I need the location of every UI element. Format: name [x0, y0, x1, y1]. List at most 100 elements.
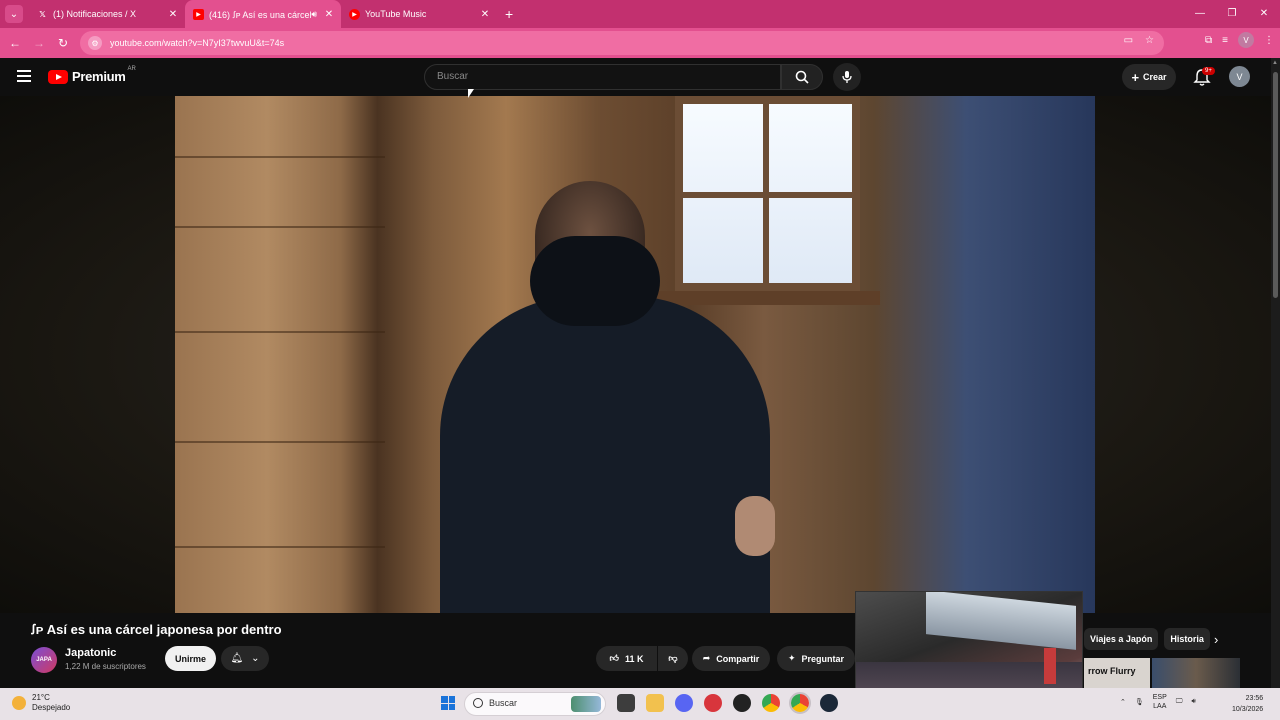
recommended-video-thumbnail[interactable] — [1152, 658, 1240, 688]
network-icon[interactable]: 🖵︎ — [1176, 698, 1183, 706]
weather-description: Despejado — [32, 703, 71, 712]
temperature: 21°C — [32, 693, 50, 702]
subscription-bell-button[interactable]: 🔔︎ ⌄ — [221, 646, 269, 671]
logo-text: Premium — [72, 69, 126, 84]
join-button[interactable]: Unirme — [165, 646, 216, 671]
share-button[interactable]: ➦ Compartir — [692, 646, 770, 671]
forward-icon[interactable]: → — [27, 36, 51, 50]
ask-button[interactable]: ✦ Preguntar — [777, 646, 855, 671]
chrome-icon[interactable] — [762, 694, 780, 712]
recommended-video-thumbnail[interactable]: rrow Flurry — [1084, 658, 1150, 688]
restore-button[interactable]: ❐ — [1216, 0, 1248, 28]
taskbar-search[interactable]: Buscar — [464, 692, 606, 716]
scroll-up-icon[interactable]: ▲ — [1272, 60, 1278, 66]
chrome-active-icon[interactable] — [789, 692, 811, 714]
site-info-icon[interactable]: ⚙ — [88, 36, 102, 50]
channel-avatar[interactable]: JAPA — [31, 647, 57, 673]
url-text: youtube.com/watch?v=N7yI37twvuU&t=74s — [110, 38, 285, 48]
user-avatar[interactable]: V — [1229, 66, 1250, 87]
page-scrollbar[interactable]: ▲ — [1271, 58, 1280, 688]
create-button[interactable]: + Crear — [1122, 64, 1176, 90]
weather-widget[interactable]: 21°C Despejado — [12, 693, 70, 713]
like-count: 11 K — [624, 653, 644, 664]
extensions-icon[interactable]: ⧉ — [1205, 35, 1212, 46]
close-window-button[interactable]: ✕ — [1248, 0, 1280, 28]
wood-plank-line — [175, 331, 385, 333]
new-tab-button[interactable]: + — [505, 6, 513, 22]
tab-title: (416) ꭍᴘ Así es una cárcel ja — [209, 9, 312, 20]
youtube-premium-logo[interactable]: Premium AR — [48, 66, 136, 84]
system-clock[interactable]: 23:56 10/3/2026 — [1232, 693, 1263, 715]
tab-youtube-music[interactable]: ▶ YouTube Music ✕ — [341, 0, 497, 28]
video-frame[interactable] — [175, 96, 1095, 613]
close-icon[interactable]: ✕ — [167, 9, 179, 20]
file-explorer-icon[interactable] — [646, 694, 664, 712]
tab-title: (1) Notificaciones / X — [53, 9, 137, 19]
chevron-up-icon[interactable]: ⌃ — [1120, 698, 1126, 706]
windows-start-icon[interactable] — [441, 696, 455, 710]
ask-label: Preguntar — [801, 653, 845, 664]
chevron-down-icon: ⌄ — [251, 653, 260, 664]
speaker-icon[interactable]: 🔊︎ — [311, 9, 317, 20]
thumbs-up-icon: 👍︎ — [609, 653, 619, 663]
moon-icon — [12, 696, 26, 710]
plus-icon: + — [1131, 69, 1140, 85]
lang-line1: ESP — [1152, 694, 1167, 701]
app-red-icon[interactable] — [704, 694, 722, 712]
language-indicator[interactable]: ESP LAA — [1153, 693, 1167, 711]
youtube-header: Premium AR Buscar + Crear 9+ V — [0, 58, 1280, 96]
media-control-icon[interactable]: ≡ — [1222, 35, 1228, 46]
recommendation-chips: Viajes a Japón Historia — [1084, 628, 1210, 650]
pip-monitor — [926, 592, 1076, 650]
cast-icon[interactable]: ▭ — [1124, 35, 1133, 46]
browser-tab-strip: ⌄ 𝕏 (1) Notificaciones / X ✕ ▶ (416) ꭍᴘ … — [0, 0, 1280, 28]
back-icon[interactable]: ← — [3, 36, 27, 50]
steam-icon[interactable] — [820, 694, 838, 712]
search-input[interactable]: Buscar — [424, 64, 781, 90]
sparkle-icon: ✦ — [787, 653, 796, 663]
window-sill — [655, 291, 880, 305]
mouse-cursor — [468, 89, 474, 98]
channel-row: JAPA Japatonic 1,22 M de suscriptores Un… — [31, 645, 861, 675]
wood-plank-line — [175, 546, 385, 548]
dislike-button[interactable]: 👎︎ — [658, 646, 688, 671]
cell-window — [675, 96, 860, 294]
tab-title: YouTube Music — [365, 9, 427, 19]
share-icon: ➦ — [702, 653, 711, 663]
share-label: Compartir — [716, 653, 760, 664]
close-icon[interactable]: ✕ — [323, 9, 335, 20]
menu-kebab-icon[interactable]: ⋮ — [1264, 35, 1274, 46]
task-view-icon[interactable] — [617, 694, 635, 712]
clock-date: 10/3/2026 — [1232, 706, 1264, 713]
chip-viajes-japon[interactable]: Viajes a Japón — [1084, 628, 1159, 650]
tab-notificaciones[interactable]: 𝕏 (1) Notificaciones / X ✕ — [29, 0, 185, 28]
discord-icon[interactable] — [675, 694, 693, 712]
taskbar-search-label: Buscar — [489, 698, 518, 708]
person-jacket — [440, 296, 770, 613]
video-player-area[interactable] — [0, 96, 1271, 613]
voice-search-button[interactable] — [833, 63, 861, 91]
chevron-right-icon[interactable]: › — [1214, 632, 1218, 647]
app-dark-icon[interactable] — [733, 694, 751, 712]
clock-time: 23:56 — [1245, 695, 1264, 702]
microphone-icon — [842, 71, 852, 83]
chip-historia[interactable]: Historia — [1164, 628, 1210, 650]
minimize-button[interactable]: — — [1184, 0, 1216, 28]
volume-icon[interactable]: 🔊︎ — [1192, 698, 1196, 706]
like-button[interactable]: 👍︎ 11 K — [596, 646, 657, 671]
close-icon[interactable]: ✕ — [479, 9, 491, 20]
subscriber-count: 1,22 M de suscriptores — [65, 662, 146, 671]
address-bar[interactable]: ⚙ youtube.com/watch?v=N7yI37twvuU&t=74s … — [80, 31, 1164, 55]
tab-youtube-video[interactable]: ▶ (416) ꭍᴘ Así es una cárcel ja 🔊︎ ✕ — [185, 0, 341, 28]
bookmark-star-icon[interactable]: ☆ — [1145, 35, 1154, 46]
reload-icon[interactable]: ↻ — [51, 36, 75, 50]
search-button[interactable] — [781, 64, 823, 90]
toolbar-actions: ⧉ ≡ V ⋮ — [1205, 32, 1274, 48]
hamburger-menu-icon[interactable] — [17, 70, 31, 82]
search-highlight-image — [571, 696, 601, 712]
microphone-icon[interactable]: 🎙︎ — [1135, 698, 1144, 706]
tab-search-button[interactable]: ⌄ — [5, 5, 23, 23]
scrollbar-thumb[interactable] — [1273, 72, 1278, 298]
channel-name[interactable]: Japatonic — [65, 647, 116, 659]
profile-avatar[interactable]: V — [1238, 32, 1254, 48]
